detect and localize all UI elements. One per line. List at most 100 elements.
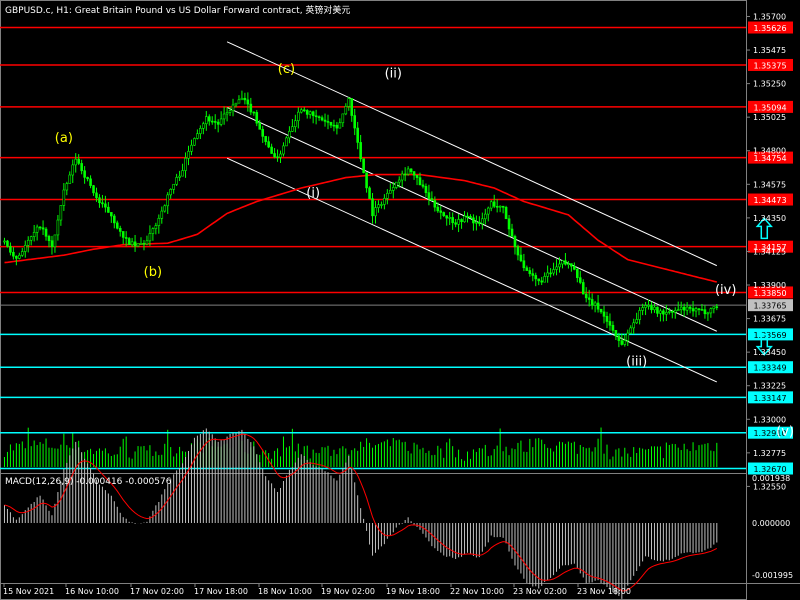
candle-body [163,205,167,212]
resistance-price-label: 1.35626 [753,24,786,33]
candle-body [47,235,51,241]
candle-body [193,138,196,146]
candle-body [685,306,689,311]
candle-body [673,310,677,313]
candle-body [347,98,351,107]
candle-body [83,170,86,178]
candle-body [74,158,78,166]
candle-body [403,173,407,176]
candle-body [389,190,392,194]
candle-body [463,215,466,223]
candle-body [279,153,282,158]
candle-body [65,183,69,191]
candle-body [501,205,505,208]
candle-body [130,241,134,246]
candle-body [285,137,288,147]
candle-body [555,266,558,270]
candle-body [187,151,190,159]
support-price-label: 1.33147 [753,394,786,403]
candle-body [697,308,701,310]
candle-body [202,123,205,129]
resistance-price-label: 1.33850 [753,289,786,298]
candle-body [448,217,451,219]
candle-body [222,113,226,120]
y-tick-label: 1.35250 [753,80,786,89]
candle-body [679,306,683,310]
candle-body [234,102,238,106]
candle-body [534,275,538,280]
candle-body [228,110,232,113]
candle-body [573,265,576,270]
candle-body [267,141,270,148]
candle-body [216,121,220,125]
candle-body [460,219,463,223]
x-tick-label: 16 Nov 10:00 [65,587,119,596]
candle-body [317,116,321,118]
x-tick-label: 19 Nov 18:00 [386,587,440,596]
wave-label: (i) [306,186,320,201]
candle-body [584,293,588,299]
candle-body [231,104,235,111]
candle-body [436,206,440,212]
candle-body [543,276,546,283]
y-tick-label: 1.34125 [753,247,786,256]
x-tick-label: 23 Nov 18:00 [577,587,631,596]
x-tick-label: 18 Nov 10:00 [258,587,312,596]
macd-axis-label: 0.000000 [752,519,790,528]
candle-body [219,118,223,125]
candle-body [457,219,460,225]
candle-body [644,305,647,308]
candle-body [599,308,603,313]
candle-body [175,177,178,185]
candle-body [694,308,698,312]
x-tick-label: 19 Nov 02:00 [321,587,375,596]
y-tick-label: 1.35475 [753,46,786,55]
moving-average [4,173,717,283]
candle-body [483,213,487,220]
candle-body [605,316,609,322]
x-tick-label: 22 Nov 10:00 [450,587,504,596]
candle-body [486,207,490,215]
trend-channel[interactable] [226,41,718,383]
candle-body [3,240,6,243]
wave-label: (iv) [715,283,736,298]
candle-body [400,173,404,181]
candle-body [433,200,437,208]
candle-body [567,263,570,265]
candle-body [53,234,57,248]
y-tick-label: 1.32775 [753,449,786,458]
price-chart: 1.356261.353751.350941.347541.344731.341… [0,0,800,600]
candle-body [558,263,561,268]
channel-upper-line [226,41,718,267]
candle-body [362,158,365,173]
candle-body [537,278,541,282]
candle-body [602,311,606,317]
candle-body [139,243,143,245]
candle-body [101,202,104,205]
candle-body [492,201,496,207]
candle-body [581,282,585,295]
x-tick-label: 17 Nov 02:00 [130,587,184,596]
candle-body [86,177,89,180]
candle-body [56,219,60,236]
candle-body [507,218,511,230]
candle-body [23,244,27,252]
x-tick-label: 23 Nov 02:00 [513,587,567,596]
candle-body [406,168,410,175]
candle-body [297,111,300,122]
candle-body [665,312,668,315]
candle-body [92,185,95,194]
horizontal-levels[interactable]: 1.356261.353751.350941.347541.344731.341… [0,21,793,475]
candle-body [71,164,75,176]
candle-body [391,187,395,191]
wave-label: (v) [776,425,794,440]
candle-body [15,255,18,259]
candle-body [294,120,297,128]
y-tick-label: 1.33900 [753,281,786,290]
candle-body [469,216,472,219]
candle-body [110,212,113,217]
candle-body [299,109,303,113]
candle-body [335,124,339,129]
x-tick-label: 15 Nov 2021 [3,587,54,596]
candle-body [709,308,713,314]
